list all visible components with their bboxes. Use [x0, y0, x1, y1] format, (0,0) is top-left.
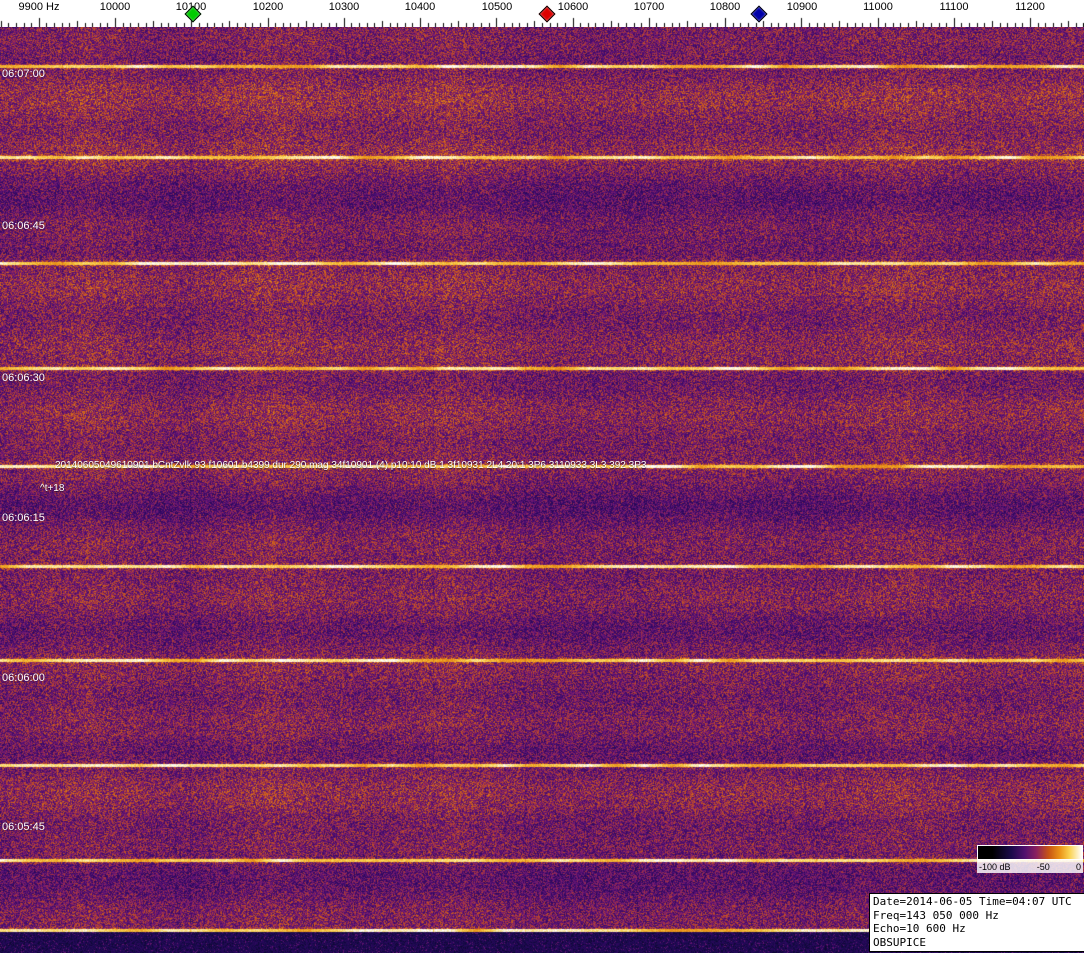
time-label-060545: 06:05:45: [2, 821, 45, 833]
info-line-echo: Echo=10 600 Hz: [873, 922, 966, 935]
colorbar-gradient: [977, 845, 1083, 860]
colorbar-label-min: -100 dB: [979, 861, 1011, 872]
info-line-station: OBSUPICE: [873, 935, 926, 949]
detection-annotation: 20140605049610901 bCntZvlk 93 f10601 b43…: [55, 460, 647, 471]
freq-tick-label-10600: 10600: [557, 1, 589, 13]
freq-tick-label-10900: 10900: [786, 1, 818, 13]
observation-info-box: Date=2014-06-05 Time=04:07 UTC Freq=143 …: [869, 893, 1084, 952]
freq-tick-label-11100: 11100: [939, 1, 969, 13]
time-label-060645: 06:06:45: [2, 220, 45, 232]
freq-tick-label-10500: 10500: [481, 1, 513, 13]
frequency-ruler[interactable]: 9900 Hz100001010010200103001040010500106…: [0, 0, 1084, 27]
freq-tick-label-10300: 10300: [328, 1, 360, 13]
freq-tick-label-11000: 11000: [863, 1, 893, 13]
colorbar: -100 dB -50 0: [977, 845, 1083, 873]
colorbar-labels: -100 dB -50 0: [977, 860, 1083, 873]
spectrogram-app: 9900 Hz100001010010200103001040010500106…: [0, 0, 1084, 953]
detection-annotation-tag: ^t+18: [40, 483, 65, 494]
info-line-freq: Freq=143 050 000 Hz: [873, 908, 999, 922]
waterfall-canvas: [0, 27, 1084, 953]
waterfall-display[interactable]: 06:07:00 06:06:45 06:06:30 06:06:15 06:06:00…: [0, 27, 1084, 953]
freq-tick-label-10700: 10700: [633, 1, 665, 13]
time-label-060700: 06:07:00: [2, 68, 45, 80]
info-line-date: Date=2014-06-05 Time=04:07 UTC: [873, 895, 1072, 908]
freq-tick-label-10400: 10400: [404, 1, 436, 13]
time-label-060600: 06:06:00: [2, 672, 45, 684]
freq-tick-label-10200: 10200: [252, 1, 284, 13]
freq-tick-label-9900-Hz: 9900 Hz: [18, 1, 60, 13]
colorbar-label-max: 0: [1075, 861, 1081, 872]
time-label-060615: 06:06:15: [2, 512, 45, 524]
freq-tick-label-10000: 10000: [99, 1, 131, 13]
time-label-060630: 06:06:30: [2, 372, 45, 384]
colorbar-label-mid: -50: [1036, 861, 1050, 872]
freq-tick-label-11200: 11200: [1015, 1, 1045, 13]
freq-tick-label-10800: 10800: [709, 1, 741, 13]
